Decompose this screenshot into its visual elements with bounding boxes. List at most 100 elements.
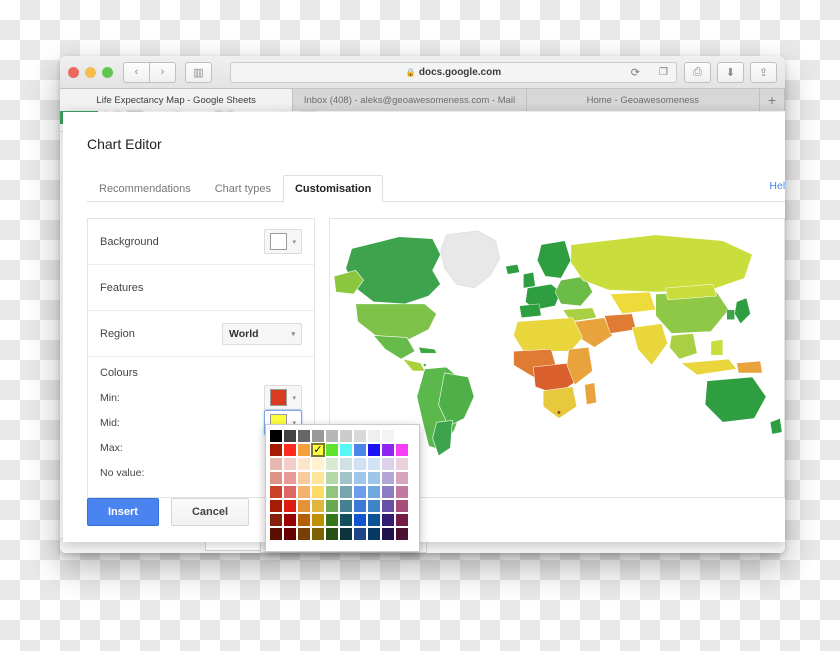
back-icon[interactable]: ‹	[123, 62, 150, 83]
colour-swatch[interactable]	[340, 430, 352, 442]
colour-swatch[interactable]	[340, 528, 352, 540]
colour-swatch[interactable]	[312, 458, 324, 470]
maximize-window-button[interactable]	[102, 67, 113, 78]
colour-swatch[interactable]	[298, 500, 310, 512]
tab-chart-types[interactable]: Chart types	[203, 175, 283, 202]
colour-swatch[interactable]	[354, 500, 366, 512]
colour-picker-popup[interactable]: ✓	[265, 424, 420, 552]
colour-swatch[interactable]	[298, 458, 310, 470]
colour-swatch[interactable]	[326, 486, 338, 498]
colour-swatch[interactable]	[270, 430, 282, 442]
colour-swatch[interactable]	[354, 514, 366, 526]
colour-swatch[interactable]	[284, 486, 296, 498]
colour-swatch[interactable]	[312, 486, 324, 498]
colour-swatch[interactable]	[326, 458, 338, 470]
colour-swatch[interactable]	[382, 486, 394, 498]
min-colour-button[interactable]: ▾	[264, 385, 302, 410]
colour-swatch[interactable]	[270, 458, 282, 470]
colour-swatch[interactable]	[312, 528, 324, 540]
sidebar-toggle-icon[interactable]: ▥	[185, 62, 212, 83]
colour-swatch[interactable]	[354, 458, 366, 470]
colour-swatch[interactable]	[298, 472, 310, 484]
colour-swatch[interactable]	[368, 430, 380, 442]
colour-swatch[interactable]	[284, 514, 296, 526]
colour-swatch[interactable]	[382, 472, 394, 484]
colour-swatch[interactable]	[368, 528, 380, 540]
colour-swatch[interactable]	[382, 430, 394, 442]
colour-swatch[interactable]	[396, 444, 408, 456]
colour-swatch[interactable]	[340, 500, 352, 512]
colour-swatch[interactable]	[326, 430, 338, 442]
address-bar[interactable]: 🔒 docs.google.com ⟳ ❐	[230, 62, 677, 83]
colour-swatch[interactable]	[396, 430, 408, 442]
colour-swatch[interactable]	[368, 514, 380, 526]
cancel-button[interactable]: Cancel	[171, 498, 249, 526]
colour-swatch[interactable]	[326, 500, 338, 512]
colour-swatch[interactable]	[284, 472, 296, 484]
colour-swatch[interactable]	[298, 528, 310, 540]
colour-swatch[interactable]	[284, 500, 296, 512]
colour-swatch[interactable]	[284, 444, 296, 456]
tab-recommendations[interactable]: Recommendations	[87, 175, 203, 202]
colour-swatch[interactable]: ✓	[312, 444, 324, 456]
colour-swatch[interactable]	[284, 458, 296, 470]
colour-swatch[interactable]	[396, 514, 408, 526]
colour-swatch[interactable]	[298, 444, 310, 456]
browser-tab-mail[interactable]: Inbox (408) - aleks@geoawesomeness.com -…	[293, 89, 526, 111]
colour-swatch[interactable]	[340, 472, 352, 484]
colour-swatch[interactable]	[326, 528, 338, 540]
colour-swatch[interactable]	[270, 486, 282, 498]
colour-swatch[interactable]	[340, 458, 352, 470]
forward-icon[interactable]: ›	[150, 62, 176, 83]
colour-swatch[interactable]	[354, 444, 366, 456]
colour-swatch[interactable]	[354, 472, 366, 484]
colour-swatch[interactable]	[270, 500, 282, 512]
colour-swatch[interactable]	[312, 500, 324, 512]
new-tab-button[interactable]: +	[760, 89, 785, 111]
colour-swatch[interactable]	[368, 500, 380, 512]
colour-swatch[interactable]	[298, 486, 310, 498]
colour-swatch[interactable]	[298, 514, 310, 526]
colour-swatch[interactable]	[382, 514, 394, 526]
tab-customisation[interactable]: Customisation	[283, 175, 383, 202]
colour-swatch[interactable]	[382, 528, 394, 540]
colour-swatch[interactable]	[396, 528, 408, 540]
colour-swatch[interactable]	[270, 444, 282, 456]
share-icon[interactable]: ⇪	[750, 62, 777, 83]
region-select[interactable]: World ▾	[222, 323, 302, 345]
colour-swatch[interactable]	[312, 472, 324, 484]
reader-icon[interactable]: ⎙	[684, 62, 711, 83]
colour-swatch[interactable]	[382, 500, 394, 512]
colour-swatch[interactable]	[354, 528, 366, 540]
colour-swatch[interactable]	[284, 430, 296, 442]
colour-swatch[interactable]	[340, 444, 352, 456]
colour-swatch[interactable]	[298, 430, 310, 442]
colour-swatch[interactable]	[382, 444, 394, 456]
tab-overview-icon[interactable]: ❐	[659, 67, 668, 78]
colour-swatch[interactable]	[270, 528, 282, 540]
insert-button[interactable]: Insert	[87, 498, 159, 526]
colour-swatch[interactable]	[368, 458, 380, 470]
close-window-button[interactable]	[68, 67, 79, 78]
colour-swatch[interactable]	[396, 500, 408, 512]
colour-swatch[interactable]	[396, 486, 408, 498]
browser-tab-sheets[interactable]: Life Expectancy Map - Google Sheets	[60, 89, 293, 111]
colour-swatch[interactable]	[326, 472, 338, 484]
colour-swatch[interactable]	[270, 472, 282, 484]
colour-swatch[interactable]	[382, 458, 394, 470]
colour-swatch[interactable]	[396, 458, 408, 470]
colour-swatch[interactable]	[354, 486, 366, 498]
colour-swatch[interactable]	[312, 514, 324, 526]
colour-swatch[interactable]	[368, 444, 380, 456]
colour-swatch[interactable]	[340, 514, 352, 526]
colour-swatch[interactable]	[326, 444, 338, 456]
colour-swatch[interactable]	[312, 430, 324, 442]
colour-swatch[interactable]	[340, 486, 352, 498]
browser-tab-geoawesomeness[interactable]: Home - Geoawesomeness	[527, 89, 760, 111]
colour-swatch[interactable]	[284, 528, 296, 540]
download-icon[interactable]: ⬇	[717, 62, 744, 83]
colour-swatch[interactable]	[396, 472, 408, 484]
colour-swatch[interactable]	[368, 486, 380, 498]
colour-swatch[interactable]	[326, 514, 338, 526]
colour-swatch[interactable]	[368, 472, 380, 484]
